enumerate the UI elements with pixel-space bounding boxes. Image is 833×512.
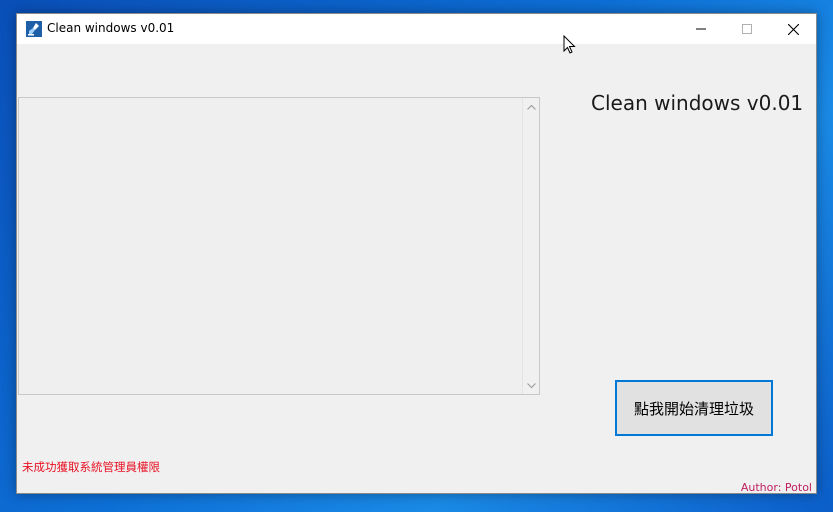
scroll-down-button[interactable]	[523, 377, 539, 394]
chevron-down-icon	[526, 382, 536, 388]
close-icon	[787, 23, 799, 35]
scroll-up-button[interactable]	[523, 98, 539, 115]
start-clean-button[interactable]: 點我開始清理垃圾	[615, 380, 773, 436]
minimize-button[interactable]	[678, 14, 724, 44]
app-window: Clean windows v0.01 Clean windows v0.01 …	[16, 13, 817, 494]
log-textarea[interactable]	[18, 97, 540, 395]
title-bar[interactable]: Clean windows v0.01	[17, 14, 816, 44]
maximize-button[interactable]	[724, 14, 770, 44]
minimize-icon	[696, 28, 706, 30]
admin-status-message: 未成功獲取系統管理員權限	[22, 460, 160, 474]
chevron-up-icon	[526, 104, 536, 110]
maximize-icon	[742, 24, 752, 34]
author-label: Author: Potol	[740, 481, 812, 494]
broom-app-icon	[26, 21, 42, 37]
window-title: Clean windows v0.01	[47, 21, 175, 35]
close-button[interactable]	[770, 14, 816, 44]
vertical-scrollbar[interactable]	[522, 98, 539, 394]
app-heading: Clean windows v0.01	[591, 91, 804, 115]
mouse-cursor-icon	[563, 34, 577, 59]
